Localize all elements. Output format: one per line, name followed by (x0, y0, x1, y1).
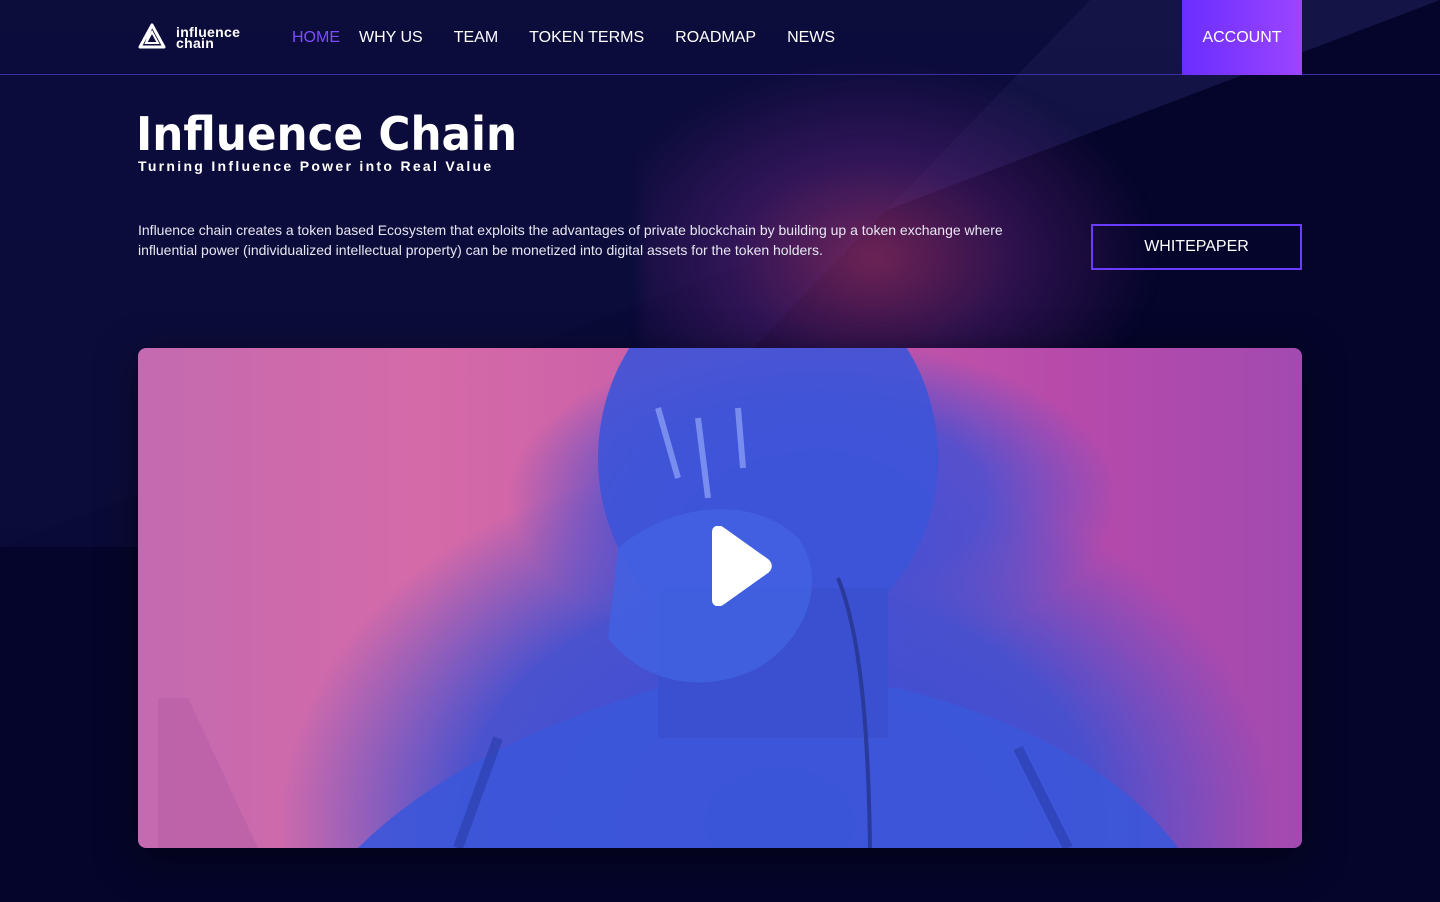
top-navigation-bar: influence chain HOME WHY US TEAM TOKEN T… (0, 0, 1440, 75)
logo-text-line2: chain (176, 35, 215, 51)
hero-title: Influence Chain (136, 107, 518, 161)
hero-description: Influence chain creates a token based Ec… (138, 222, 1003, 258)
nav-item-why-us[interactable]: WHY US (359, 29, 423, 47)
page: influence chain HOME WHY US TEAM TOKEN T… (0, 0, 1440, 902)
nav-item-token-terms[interactable]: TOKEN TERMS (529, 29, 644, 47)
hero-subtitle: Turning Influence Power into Real Value (138, 158, 494, 174)
main-nav: HOME WHY US TEAM TOKEN TERMS ROADMAP NEW… (292, 0, 866, 75)
nav-item-news[interactable]: NEWS (787, 29, 835, 47)
video-player[interactable] (138, 348, 1302, 848)
nav-item-team[interactable]: TEAM (454, 29, 498, 47)
whitepaper-button[interactable]: WHITEPAPER (1091, 224, 1302, 270)
logo[interactable]: influence chain (138, 22, 240, 54)
account-button[interactable]: ACCOUNT (1182, 0, 1302, 75)
nav-item-home[interactable]: HOME (292, 29, 340, 47)
nav-item-roadmap[interactable]: ROADMAP (675, 29, 756, 47)
logo-text: influence chain (176, 25, 240, 51)
play-icon[interactable] (704, 526, 774, 606)
logo-mark-icon (138, 23, 166, 49)
